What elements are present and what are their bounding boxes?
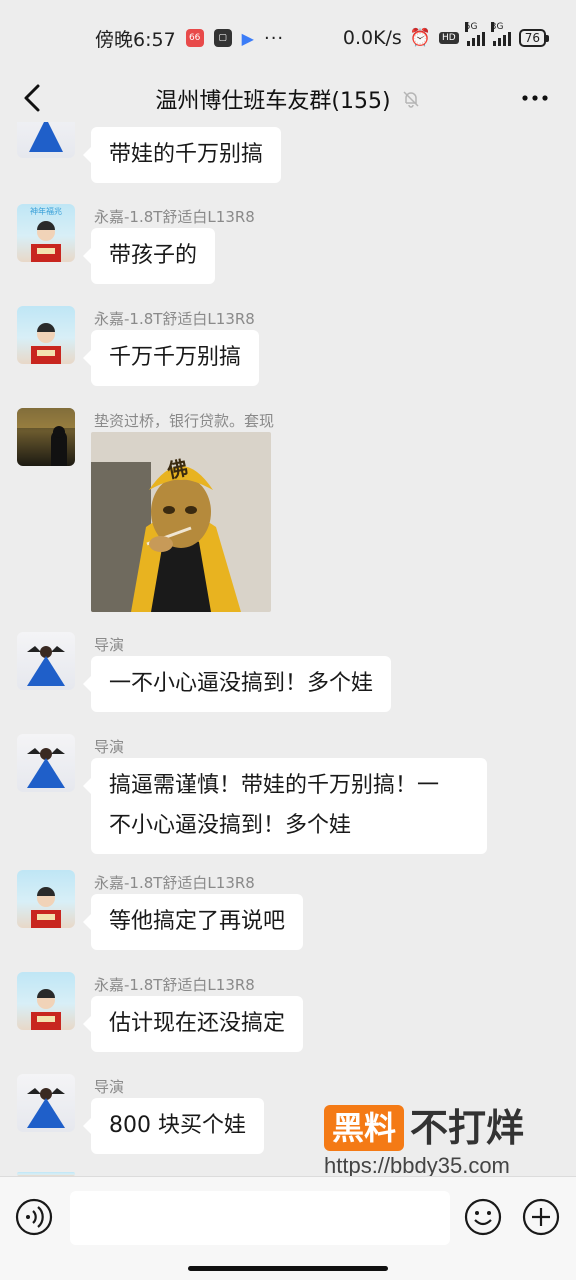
voice-input-icon[interactable] xyxy=(14,1197,54,1237)
more-options-icon[interactable] xyxy=(520,86,550,110)
message-bubble[interactable]: 800 块买个娃 xyxy=(83,1098,264,1154)
sender-name: 永嘉-1.8T舒适白L13R8 xyxy=(94,310,255,328)
avatar[interactable] xyxy=(17,408,75,466)
monkey-costume-meme-image: 佛 xyxy=(91,432,271,612)
message-list[interactable]: 带娃的千万别搞 神年福兆 永嘉-1.8T舒适白L13R8 带孩子的 永嘉-1.8 xyxy=(0,122,576,1176)
watermark-text: 不打烊 xyxy=(410,1106,525,1150)
notification-square-icon: ▢ xyxy=(213,29,232,47)
sender-name: 永嘉-1.8T舒适白L13R8 xyxy=(94,208,255,226)
plus-icon[interactable] xyxy=(521,1197,561,1237)
status-bar: 傍晚6:57 66 ▢ ▶ ··· 0.0K/s ⏰ HD 5G 3G 76 xyxy=(0,0,576,76)
sender-name: 永嘉-1.8T舒适白L13R8 xyxy=(94,874,255,892)
message-line: 搞逼需谨慎！带娃的千万别搞！一 xyxy=(109,773,440,798)
message-bubble[interactable]: 一不小心逼没搞到！多个娃 xyxy=(82,656,392,712)
mute-bell-icon xyxy=(403,91,419,108)
message-bubble[interactable]: 估计现在还没搞定 xyxy=(82,996,304,1052)
battery-icon: 76 xyxy=(518,29,550,47)
avatar[interactable] xyxy=(17,306,75,364)
chat-header: 温州博仕班车友群(155) xyxy=(0,76,576,122)
sender-name: 永嘉-1.8T舒适白L13R8 xyxy=(94,976,255,994)
avatar[interactable]: 神年福兆 xyxy=(17,204,75,262)
group-title: 温州博仕班车友群(155) xyxy=(155,89,391,114)
kid-avatar-icon xyxy=(31,989,61,1030)
svg-text:神年福兆: 神年福兆 xyxy=(30,206,62,216)
avatar[interactable] xyxy=(17,1074,75,1132)
message-bubble[interactable]: 带娃的千万别搞 xyxy=(82,127,282,183)
hd-icon: HD xyxy=(439,32,459,44)
sender-name: 导演 xyxy=(94,1078,125,1096)
kid-avatar-icon xyxy=(31,323,61,364)
avatar[interactable] xyxy=(17,122,75,158)
director-avatar-icon xyxy=(27,748,65,788)
message-bubble[interactable]: 千万千万别搞 xyxy=(82,330,260,386)
message-bubble[interactable]: 带孩子的 xyxy=(82,228,216,284)
avatar[interactable] xyxy=(17,632,75,690)
input-bar xyxy=(0,1176,576,1280)
director-avatar-icon xyxy=(27,646,65,686)
status-time: 傍晚6:57 xyxy=(95,28,176,51)
emoji-icon[interactable] xyxy=(463,1197,503,1237)
network-speed: 0.0K/s xyxy=(342,27,402,49)
director-avatar-icon xyxy=(27,1088,65,1128)
director-avatar-icon xyxy=(29,122,63,152)
sender-name: 垫资过桥，银行贷款。套现 xyxy=(94,412,275,430)
kid-avatar-icon: 神年福兆 xyxy=(30,206,62,262)
avatar[interactable] xyxy=(17,734,75,792)
message-bubble[interactable]: 等他搞定了再说吧 xyxy=(82,894,304,950)
sender-name: 导演 xyxy=(94,738,125,756)
signal-icon-3g: 3G xyxy=(490,22,511,46)
notification-app-icon: 66 xyxy=(185,29,204,47)
signal-icon-5g: 5G xyxy=(464,22,485,46)
avatar[interactable] xyxy=(17,870,75,928)
kid-avatar-icon xyxy=(31,887,61,928)
shared-image[interactable]: 佛 xyxy=(91,432,271,612)
message-line: 不小心逼没搞到！多个娃 xyxy=(109,813,352,838)
watermark-logo: 黑料 不打烊 xyxy=(324,1105,524,1151)
avatar[interactable] xyxy=(17,972,75,1030)
back-arrow-icon[interactable] xyxy=(18,80,48,116)
message-bubble[interactable]: 搞逼需谨慎！带娃的千万别搞！一 不小心逼没搞到！多个娃 xyxy=(83,758,487,854)
night-scene-avatar-icon xyxy=(17,408,75,466)
more-notifications-icon: ··· xyxy=(263,27,285,49)
home-indicator[interactable] xyxy=(188,1266,388,1271)
sender-name: 导演 xyxy=(94,636,125,654)
message-input[interactable] xyxy=(70,1191,450,1245)
notification-play-icon: ▶ xyxy=(241,28,254,48)
alarm-icon: ⏰ xyxy=(409,28,432,48)
watermark-box: 黑料 xyxy=(324,1105,405,1151)
